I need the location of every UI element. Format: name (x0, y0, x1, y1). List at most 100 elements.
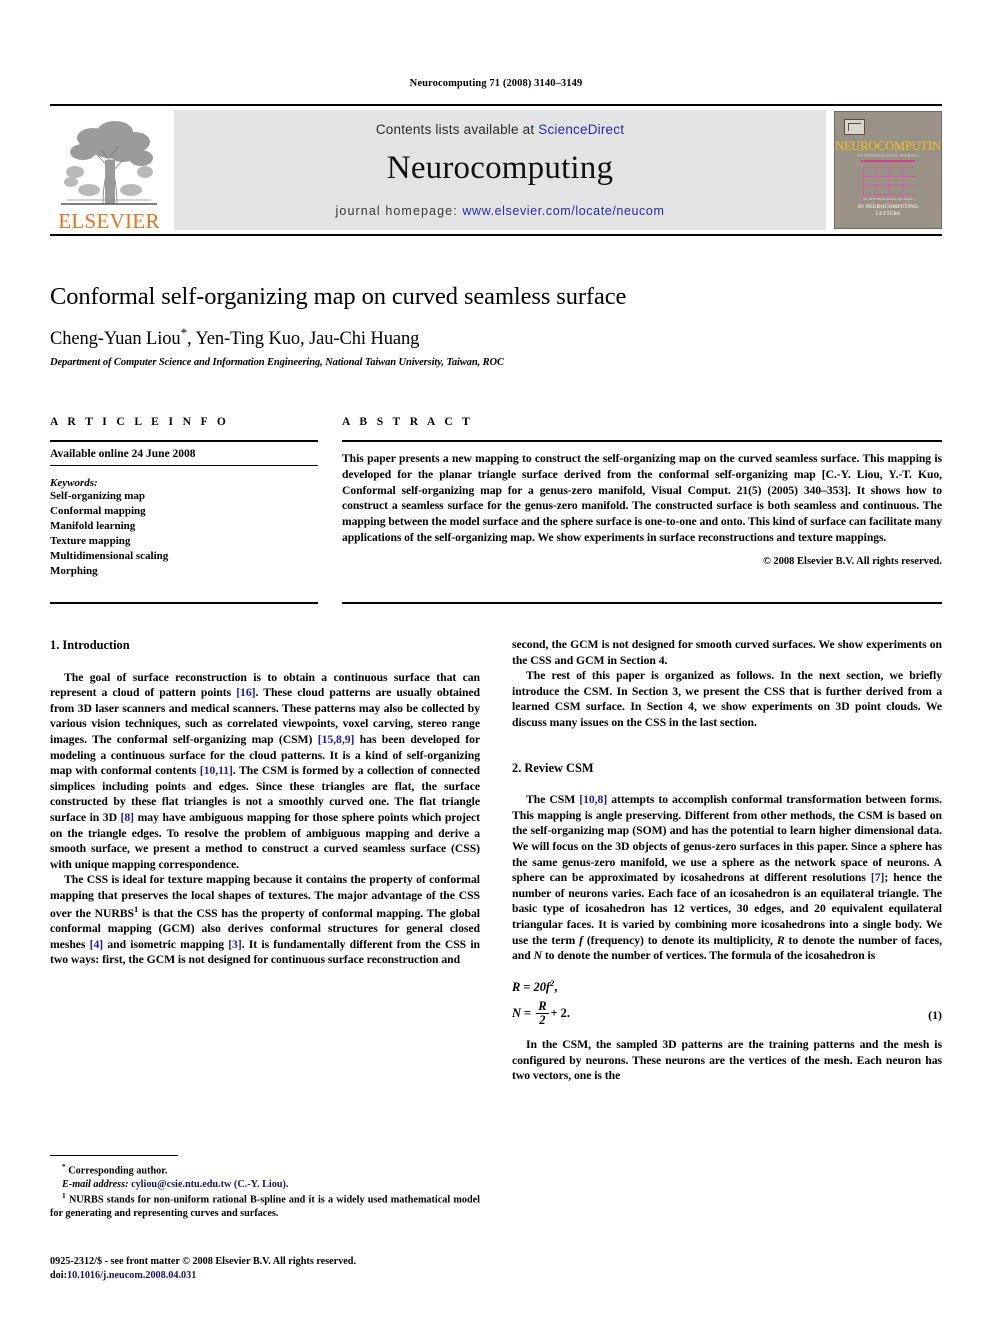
citation-ref[interactable]: [3] (228, 938, 242, 951)
footnote-divider (50, 1155, 178, 1156)
text-run: NURBS stands for non-uniform rational B-… (50, 1194, 480, 1220)
body-column-left: 1. Introduction The goal of surface reco… (50, 637, 480, 1084)
keyword-item: Morphing (50, 564, 98, 577)
footnote-nurbs: 1 NURBS stands for non-uniform rational … (50, 1191, 480, 1220)
citation-ref[interactable]: [8] (121, 811, 135, 824)
text-run: to denote the number of vertices. The fo… (541, 949, 876, 963)
footnotes-block: * Corresponding author. E-mail address: … (50, 1155, 480, 1221)
keyword-item: Texture mapping (50, 534, 131, 547)
footnote-email: E-mail address: cyliou@csie.ntu.edu.tw (… (50, 1178, 480, 1191)
cover-footer-small: AN INTERNATIONAL JOURNAL (862, 197, 914, 201)
citation-ref[interactable]: [15,8,9] (318, 733, 355, 746)
math-var-R: R (776, 933, 785, 947)
equation-1-block: R = 20f2, N = R 2 + 2. (1) (512, 978, 942, 1027)
elsevier-tree-icon (53, 116, 165, 210)
paper-title: Conformal self-organizing map on curved … (50, 283, 627, 310)
equation-number: (1) (928, 1008, 942, 1023)
available-online: Available online 24 June 2008 (50, 442, 318, 466)
cover-divider (861, 160, 915, 162)
eq2-fraction: R2 (536, 998, 549, 1027)
paragraph-review-1: The CSM [10,8] attempts to accomplish co… (512, 792, 942, 964)
equation-1-line-2: N = R 2 + 2. (1) (512, 998, 942, 1028)
abstract-column: A B S T R A C T This paper presents a ne… (342, 416, 942, 579)
keyword-item: Multidimensional scaling (50, 549, 169, 562)
elsevier-logo: ELSEVIER (50, 106, 168, 234)
keyword-item: Conformal mapping (50, 504, 146, 517)
imprint-block: 0925-2312/$ - see front matter © 2008 El… (50, 1255, 530, 1284)
masthead-center-panel: Contents lists available at ScienceDirec… (174, 110, 826, 230)
text-run: (frequency) to denote its multiplicity, (582, 933, 777, 947)
section-heading-review-csm: 2. Review CSM (512, 760, 594, 775)
info-abstract-row: A R T I C L E I N F O Available online 2… (50, 416, 942, 579)
paragraph-intro-1: The goal of surface reconstruction is to… (50, 670, 480, 873)
body-separator-rules (50, 602, 942, 604)
citation-ref[interactable]: [7] (871, 871, 885, 884)
body-rule-right (342, 602, 942, 604)
eq1-rhs: 20f (533, 980, 551, 995)
cover-title: NEUROCOMPUTING (835, 139, 942, 153)
keywords-list: Self-organizing map Conformal mapping Ma… (50, 489, 318, 579)
abstract-copyright: © 2008 Elsevier B.V. All rights reserved… (762, 555, 942, 567)
cover-footer-line1: IN NEUROCOMPUTING (858, 205, 918, 210)
paragraph-intro-3: The rest of this paper is organized as f… (512, 669, 942, 730)
footnote-corresponding-author: * Corresponding author. (50, 1162, 480, 1178)
section-heading-introduction: 1. Introduction (50, 638, 130, 652)
email-link[interactable]: cyliou@csie.ntu.edu.tw (C.-Y. Liou). (129, 1179, 288, 1190)
cover-brand-mark-icon (844, 119, 865, 135)
body-columns: 1. Introduction The goal of surface reco… (50, 637, 942, 1084)
doi-line: doi:10.1016/j.neucom.2008.04.031 (50, 1269, 530, 1283)
author-primary: Cheng-Yuan Liou (50, 329, 181, 350)
author-rest: , Yen-Ting Kuo, Jau-Chi Huang (186, 329, 420, 350)
cover-footer-line2: LETTERS (875, 212, 901, 217)
homepage-url-link[interactable]: www.elsevier.com/locate/neucom (462, 204, 664, 218)
article-info-column: A R T I C L E I N F O Available online 2… (50, 416, 318, 579)
journal-homepage-line: journal homepage: www.elsevier.com/locat… (336, 204, 665, 218)
citation-ref[interactable]: [16] (236, 686, 255, 699)
paragraph-intro-2: The CSS is ideal for texture mapping bec… (50, 872, 480, 968)
equation-1-line-1: R = 20f2, (512, 978, 942, 996)
journal-masthead: ELSEVIER Contents lists available at Sci… (50, 104, 942, 236)
abstract-heading: A B S T R A C T (342, 416, 474, 428)
journal-title: Neurocomputing (386, 150, 614, 186)
citation-ref[interactable]: [10,8] (579, 793, 607, 806)
cover-subtitle: AN INTERNATIONAL JOURNAL (856, 153, 920, 158)
eq2-tail: + 2. (550, 1005, 570, 1020)
homepage-label: journal homepage: (335, 204, 463, 218)
elsevier-wordmark: ELSEVIER (58, 209, 160, 233)
author-list: Cheng-Yuan Liou*, Yen-Ting Kuo, Jau-Chi … (50, 325, 942, 350)
doi-link[interactable]: 10.1016/j.neucom.2008.04.031 (67, 1270, 196, 1281)
issn-copyright-line: 0925-2312/$ - see front matter © 2008 El… (50, 1256, 357, 1267)
keywords-label: Keywords: (50, 477, 98, 489)
article-page: Neurocomputing 71 (2008) 3140–3149 ELSEV… (0, 0, 992, 1323)
keyword-item: Self-organizing map (50, 490, 146, 502)
abstract-text: This paper presents a new mapping to con… (342, 452, 942, 544)
eq2-equals: = (520, 1005, 535, 1020)
text-run: Corresponding author. (65, 1165, 168, 1177)
contents-lists-line: Contents lists available at ScienceDirec… (376, 122, 624, 137)
keyword-item: Manifold learning (50, 519, 136, 532)
eq2-denominator: 2 (539, 1012, 546, 1027)
abstract-rule (342, 440, 942, 442)
eq1-equals: = (520, 980, 534, 995)
eq1-tail: , (554, 980, 558, 995)
sciencedirect-link[interactable]: ScienceDirect (538, 122, 624, 137)
doi-label: doi: (50, 1270, 67, 1282)
citation-ref[interactable]: [4] (90, 938, 104, 951)
paragraph-review-2: In the CSM, the sampled 3D patterns are … (512, 1038, 942, 1083)
affiliation: Department of Computer Science and Infor… (50, 357, 504, 369)
running-head: Neurocomputing 71 (2008) 3140–3149 (409, 78, 583, 89)
title-block: Conformal self-organizing map on curved … (50, 283, 942, 368)
article-info-heading: A R T I C L E I N F O (50, 416, 230, 428)
citation-ref[interactable]: [10,11] (200, 764, 233, 777)
email-label: E-mail address: (62, 1178, 129, 1190)
text-run: and isometric mapping (103, 937, 229, 951)
contents-lists-prefix: Contents lists available at (375, 122, 539, 137)
body-column-right: second, the GCM is not designed for smoo… (512, 637, 942, 1084)
text-run: The CSM (526, 793, 580, 807)
math-var-N: N (533, 949, 542, 963)
paragraph-intro-2-continued: second, the GCM is not designed for smoo… (512, 638, 942, 667)
eq2-lhs: N (512, 1005, 521, 1020)
eq2-numerator: R (536, 998, 549, 1014)
body-rule-left (50, 602, 318, 604)
journal-cover-thumbnail: NEUROCOMPUTING AN INTERNATIONAL JOURNAL … (834, 111, 942, 229)
